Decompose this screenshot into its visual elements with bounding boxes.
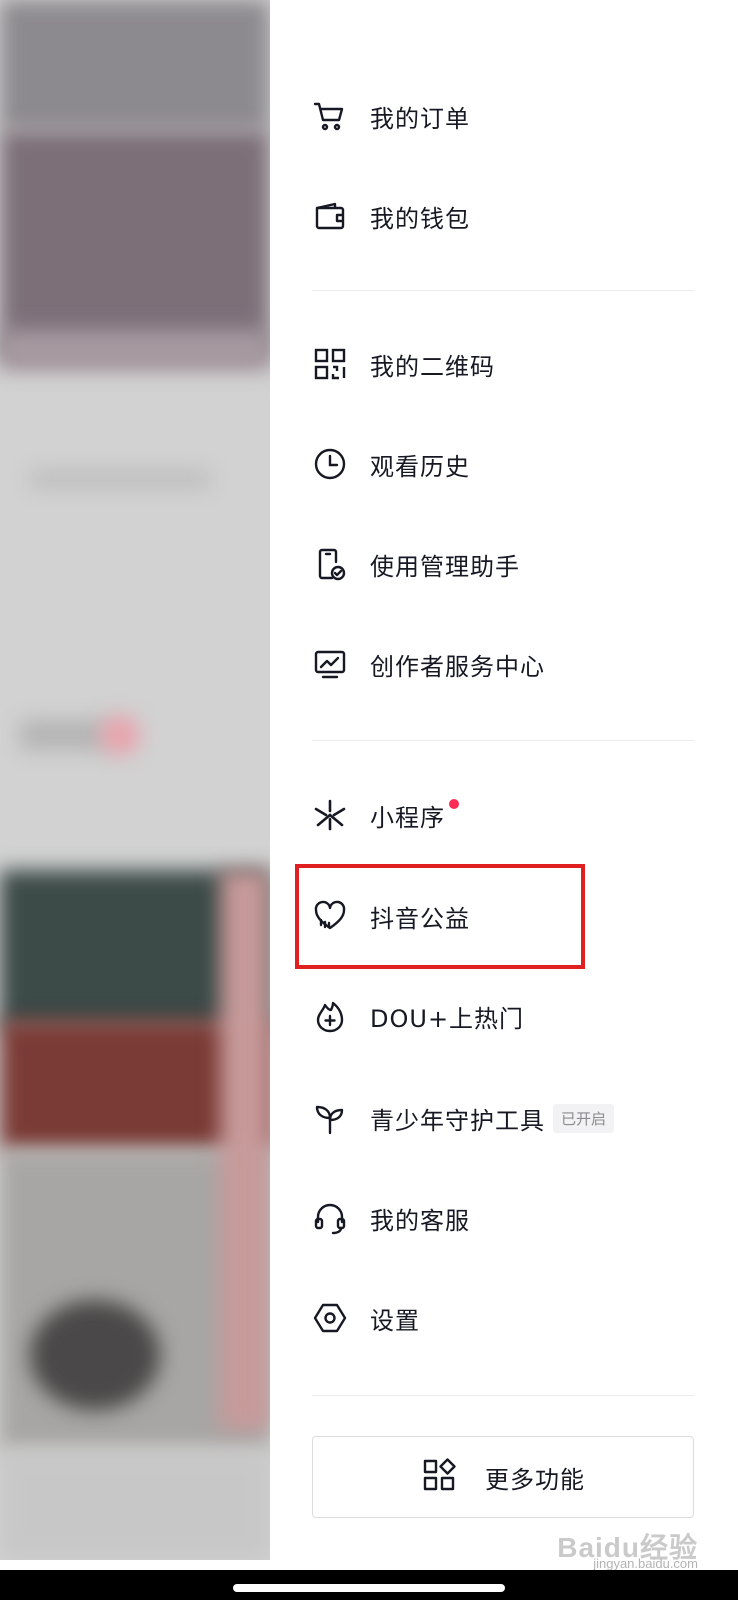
menu-item-label: 我的钱包 bbox=[370, 204, 470, 233]
menu-item-label: 创作者服务中心 bbox=[370, 652, 545, 681]
menu-item-creator-center[interactable]: 创作者服务中心 bbox=[312, 634, 696, 694]
section-divider bbox=[312, 740, 694, 741]
heart-icon bbox=[312, 896, 352, 936]
menu-item-mini-programs[interactable]: 小程序 bbox=[312, 785, 696, 845]
menu-item-label: 青少年守护工具 bbox=[370, 1106, 545, 1135]
hexagon-gear-icon bbox=[312, 1298, 352, 1338]
phone-check-icon bbox=[312, 544, 352, 584]
menu-item-label: 观看历史 bbox=[370, 452, 470, 481]
menu-item-orders[interactable]: 我的订单 bbox=[312, 86, 696, 146]
status-badge: 已开启 bbox=[553, 1103, 615, 1133]
menu-item-label: 我的订单 bbox=[370, 104, 470, 133]
more-features-button[interactable]: 更多功能 bbox=[312, 1436, 694, 1518]
home-indicator[interactable] bbox=[233, 1584, 505, 1592]
menu-item-history[interactable]: 观看历史 bbox=[312, 434, 696, 494]
menu-item-customer-service[interactable]: 我的客服 bbox=[312, 1188, 696, 1248]
headset-icon bbox=[312, 1198, 352, 1238]
qr-code-icon bbox=[312, 344, 352, 384]
side-drawer-menu: 我的订单 我的钱包 我的二维码 观看历史 使用管理助手 创作者服务中心 小程序 … bbox=[270, 0, 738, 1570]
baidu-watermark-url: jingyan.baidu.com bbox=[593, 1556, 698, 1571]
menu-item-label: 抖音公益 bbox=[370, 904, 470, 933]
notification-dot bbox=[449, 799, 459, 809]
menu-item-qrcode[interactable]: 我的二维码 bbox=[312, 334, 696, 394]
sprout-icon bbox=[312, 1098, 352, 1138]
menu-item-label: 我的客服 bbox=[370, 1206, 470, 1235]
menu-item-label: 使用管理助手 bbox=[370, 552, 520, 581]
asterisk-icon bbox=[312, 795, 352, 835]
menu-item-charity[interactable]: 抖音公益 bbox=[312, 886, 696, 946]
menu-item-wallet[interactable]: 我的钱包 bbox=[312, 186, 696, 246]
menu-item-youth-protection[interactable]: 青少年守护工具 已开启 bbox=[312, 1088, 696, 1148]
section-divider bbox=[312, 1395, 694, 1396]
cart-icon bbox=[312, 96, 352, 136]
menu-item-label: 设置 bbox=[370, 1306, 420, 1335]
menu-item-dou-plus[interactable]: DOU+上热门 bbox=[312, 986, 696, 1046]
grid-diamond-icon bbox=[421, 1457, 457, 1497]
flame-plus-icon bbox=[312, 996, 352, 1036]
menu-item-label: DOU+上热门 bbox=[370, 1004, 525, 1033]
menu-item-usage-assistant[interactable]: 使用管理助手 bbox=[312, 534, 696, 594]
clock-icon bbox=[312, 444, 352, 484]
background-page-blurred bbox=[0, 0, 270, 1560]
more-features-label: 更多功能 bbox=[485, 1465, 585, 1494]
wallet-icon bbox=[312, 196, 352, 236]
menu-item-label: 我的二维码 bbox=[370, 352, 495, 381]
monitor-chart-icon bbox=[312, 644, 352, 684]
menu-item-label: 小程序 bbox=[370, 803, 445, 832]
menu-item-settings[interactable]: 设置 bbox=[312, 1288, 696, 1348]
section-divider bbox=[312, 290, 694, 291]
